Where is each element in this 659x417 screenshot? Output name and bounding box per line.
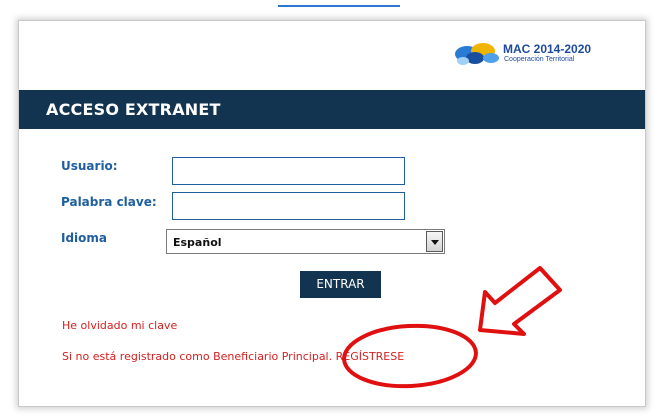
user-input[interactable] — [172, 157, 405, 185]
language-label: Idioma — [61, 231, 108, 245]
page-title: ACCESO EXTRANET — [46, 100, 221, 119]
mac-logo: MAC 2014-2020 Cooperación Territorial — [453, 39, 613, 69]
password-label: Palabra clave: — [61, 195, 157, 209]
top-link-fragment[interactable] — [278, 0, 400, 7]
register-link[interactable]: Si no está registrado como Beneficiario … — [62, 350, 404, 363]
mac-logo-icon — [455, 43, 499, 65]
logo-subtitle: Cooperación Territorial — [504, 56, 575, 63]
login-panel: MAC 2014-2020 Cooperación Territorial AC… — [18, 20, 646, 407]
language-selected-value: Español — [173, 236, 222, 249]
forgot-password-link[interactable]: He olvidado mi clave — [62, 319, 177, 332]
logo-title: MAC 2014-2020 — [503, 42, 592, 56]
user-label: Usuario: — [61, 159, 118, 173]
submit-button[interactable]: ENTRAR — [300, 271, 381, 298]
header-bar: ACCESO EXTRANET — [19, 90, 645, 129]
chevron-down-icon[interactable] — [426, 231, 443, 252]
language-select[interactable]: Español — [166, 229, 445, 254]
page: MAC 2014-2020 Cooperación Territorial AC… — [0, 0, 659, 417]
password-input[interactable] — [172, 192, 405, 220]
